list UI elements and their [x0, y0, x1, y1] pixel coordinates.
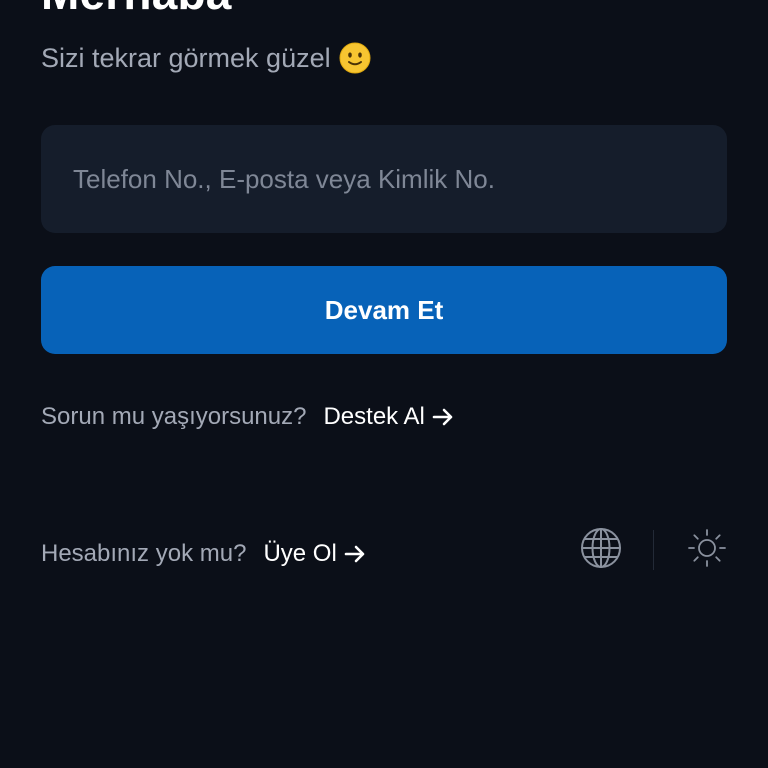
get-support-link[interactable]: Destek Al [323, 402, 454, 432]
language-button[interactable] [579, 527, 623, 574]
signup-question: Hesabınız yok mu? [41, 540, 247, 567]
sign-up-link[interactable]: Üye Ol [263, 539, 366, 569]
sun-icon [687, 528, 727, 573]
help-row: Sorun mu yaşıyorsunuz? Destek Al [41, 402, 455, 432]
help-question: Sorun mu yaşıyorsunuz? [41, 403, 307, 430]
arrow-right-icon [343, 542, 367, 566]
login-field-container [41, 125, 727, 233]
get-support-label: Destek Al [323, 403, 425, 430]
phone-email-id-input[interactable] [41, 125, 727, 233]
icon-divider [653, 530, 654, 570]
page-title: Merhaba [41, 0, 232, 16]
signup-row: Hesabınız yok mu? Üye Ol [41, 539, 367, 569]
sign-up-label: Üye Ol [263, 540, 337, 567]
arrow-right-icon [431, 405, 455, 429]
subtitle-text: Sizi tekrar görmek güzel [41, 43, 331, 73]
continue-button[interactable]: Devam Et [41, 266, 727, 354]
smiley-emoji-icon [339, 42, 371, 74]
theme-toggle-button[interactable] [685, 528, 729, 572]
globe-icon [580, 527, 622, 574]
welcome-subtitle: Sizi tekrar görmek güzel [41, 42, 371, 74]
login-screen: Merhaba Sizi tekrar görmek güzel Devam E… [0, 0, 768, 768]
